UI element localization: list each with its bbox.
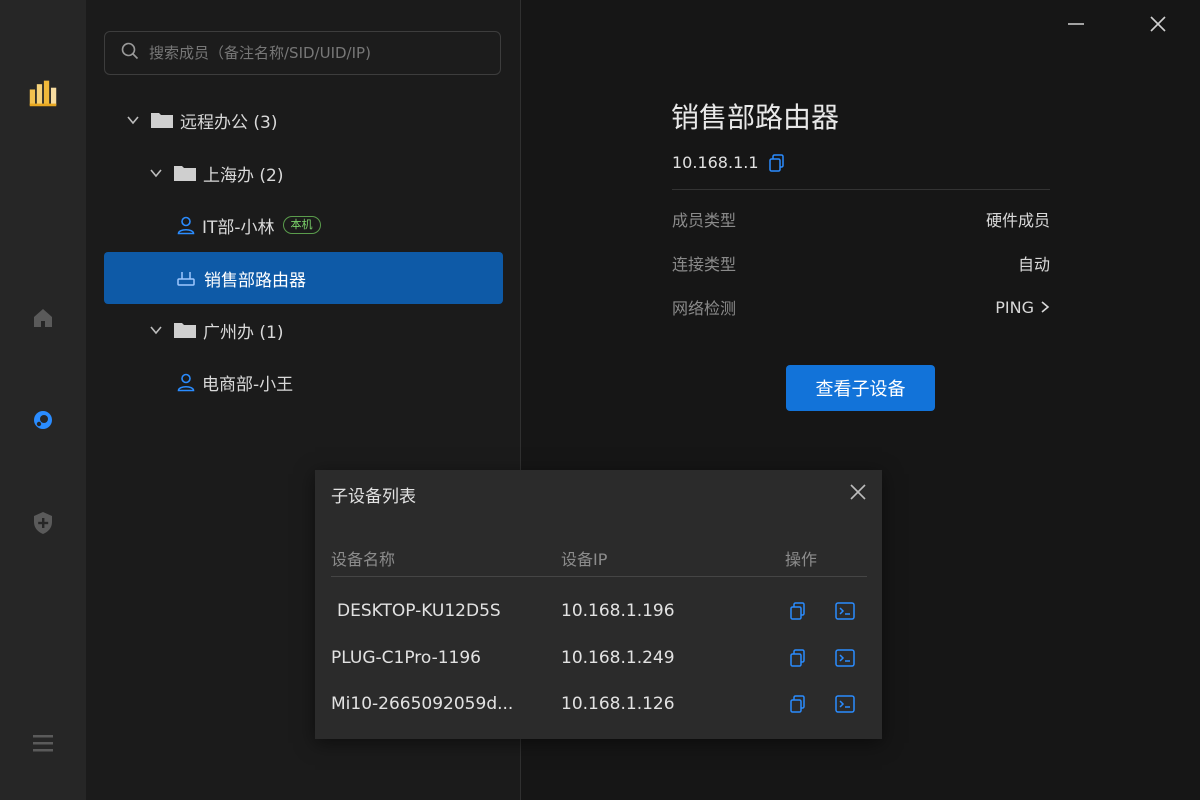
chevron-down-icon[interactable] [149,166,163,180]
ping-link[interactable]: PING [995,295,1050,319]
detail-divider [672,189,1050,190]
table-row: DESKTOP-KU12D5S 10.168.1.196 [331,588,867,634]
copy-icon[interactable] [768,153,785,172]
terminal-icon[interactable] [835,601,855,621]
copy-icon[interactable] [788,648,808,668]
header-action: 操作 [785,550,818,569]
device-name-cell: Mi10-2665092059d... [331,694,514,714]
tree-label: 销售部路由器 [204,270,306,291]
tree-label: IT部-小林 [202,217,275,238]
chevron-right-icon [1040,300,1050,314]
shield-plus-icon[interactable] [28,508,58,538]
prop-connection-type: 连接类型 自动 [672,251,1050,275]
prop-key: 连接类型 [672,255,737,274]
tree-group-shanghai[interactable]: 上海办 (2) [104,147,503,199]
device-name-cell: PLUG-C1Pro-1196 [331,648,481,668]
prop-value: 自动 [1017,255,1050,274]
close-icon [1150,16,1166,32]
search-icon [121,42,139,64]
network-icon[interactable] [28,405,58,435]
menu-icon[interactable] [28,728,58,758]
device-ip-cell: 10.168.1.126 [561,694,675,714]
chevron-down-icon[interactable] [126,113,140,127]
prop-network-check[interactable]: 网络检测 PING [672,295,1050,319]
minimize-button[interactable] [1061,10,1091,38]
subdevice-dialog: 子设备列表 设备名称 设备IP 操作 DESKTOP-KU12D5S 10.16… [315,470,882,739]
prop-member-type: 成员类型 硬件成员 [672,207,1050,231]
chevron-down-icon[interactable] [149,323,163,337]
prop-value: PING [995,297,1034,317]
tree-member-it[interactable]: IT部-小林 本机 [104,199,503,251]
close-icon [850,484,866,500]
device-name-cell: DESKTOP-KU12D5S [337,601,501,621]
minimize-icon [1068,23,1084,25]
tree-label: 电商部-小王 [202,374,294,395]
tree-group-remote[interactable]: 远程办公 (3) [104,94,503,146]
prop-value: 硬件成员 [985,211,1050,230]
folder-icon [150,111,174,129]
logo-icon [28,78,58,108]
dialog-close-button[interactable] [846,480,870,504]
copy-icon[interactable] [788,601,808,621]
prop-key: 网络检测 [672,299,737,318]
terminal-icon[interactable] [835,694,855,714]
folder-icon [173,321,197,339]
table-row: Mi10-2665092059d... 10.168.1.126 [331,681,867,727]
dialog-title: 子设备列表 [331,487,416,507]
table-header: 设备名称 设备IP 操作 [331,546,867,577]
device-ip-cell: 10.168.1.249 [561,648,675,668]
table-row: PLUG-C1Pro-1196 10.168.1.249 [331,635,867,681]
tree-label: 上海办 (2) [203,165,284,186]
header-device-name: 设备名称 [331,550,396,569]
tree-member-router[interactable]: 销售部路由器 [104,252,503,304]
prop-key: 成员类型 [672,211,737,230]
ip-row: 10.168.1.1 [672,153,785,172]
search-input[interactable] [147,43,491,63]
copy-icon[interactable] [788,694,808,714]
view-subdevices-button[interactable]: 查看子设备 [786,365,935,411]
user-icon [176,215,196,235]
tree-member-ecom[interactable]: 电商部-小王 [104,356,503,408]
tree-label: 远程办公 (3) [180,112,278,133]
search-box[interactable] [104,31,501,75]
router-icon [176,268,196,288]
nav-rail [0,0,86,800]
user-icon [176,372,196,392]
device-ip-cell: 10.168.1.196 [561,601,675,621]
close-window-button[interactable] [1143,10,1173,38]
terminal-icon[interactable] [835,648,855,668]
folder-icon [173,164,197,182]
tree-label: 广州办 (1) [203,322,284,343]
home-icon[interactable] [28,303,58,333]
local-badge: 本机 [282,216,321,234]
header-device-ip: 设备IP [561,550,608,569]
device-ip: 10.168.1.1 [672,153,759,172]
device-title: 销售部路由器 [671,101,840,134]
tree-group-guangzhou[interactable]: 广州办 (1) [104,304,503,356]
